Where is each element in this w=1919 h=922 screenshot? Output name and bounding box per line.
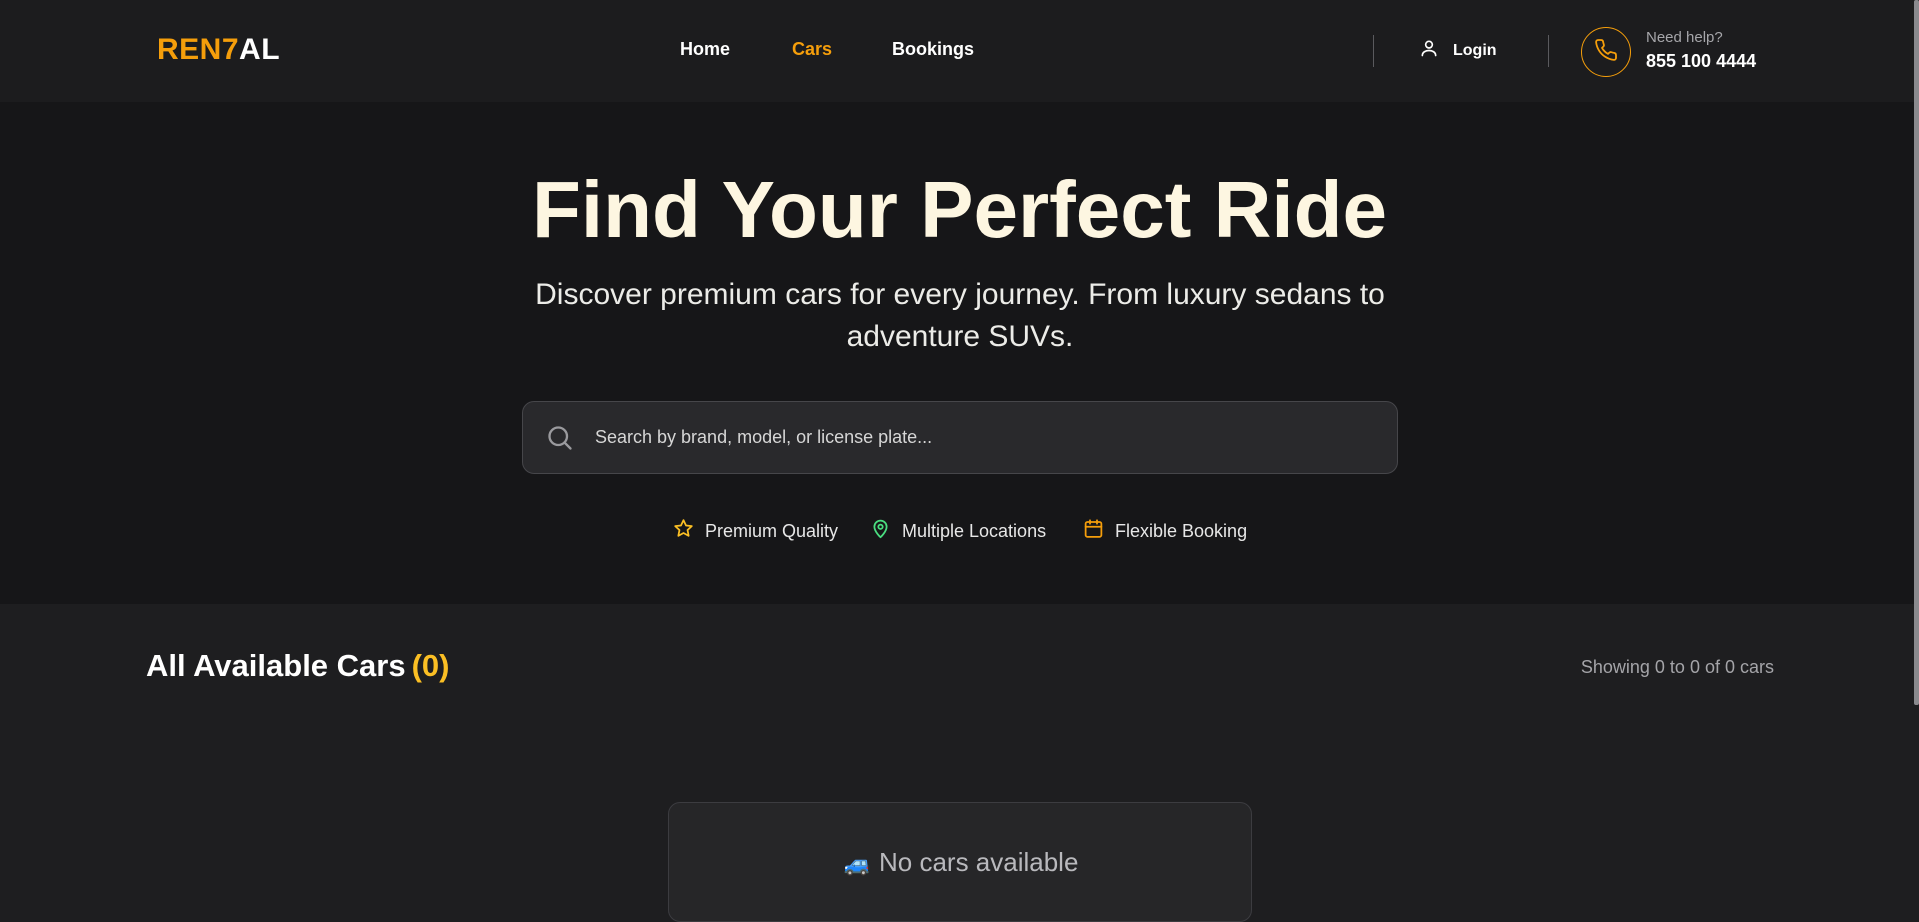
- logo-rest: AL: [239, 33, 281, 66]
- page-scrollbar[interactable]: [1914, 0, 1919, 705]
- phone-icon: [1594, 38, 1618, 67]
- feature-label: Premium Quality: [705, 520, 839, 541]
- nav-divider: [1373, 35, 1374, 67]
- navbar: REN7AL Home Cars Bookings Login Need hel…: [0, 0, 1919, 102]
- search-bar: [522, 401, 1398, 474]
- hero-section: Find Your Perfect Ride Discover premium …: [0, 102, 1919, 604]
- login-label: Login: [1453, 41, 1497, 59]
- feature-label: Flexible Booking: [1115, 520, 1248, 541]
- empty-state-message: 🚙 No cars available: [669, 847, 1253, 878]
- help-phone-number[interactable]: 855 100 4444: [1646, 51, 1756, 72]
- calendar-icon: [1083, 518, 1104, 544]
- empty-state-text: No cars available: [878, 847, 1079, 877]
- nav-cars[interactable]: Cars: [792, 39, 832, 60]
- help-divider: [1548, 35, 1549, 67]
- help-label: Need help?: [1646, 29, 1723, 46]
- nav-bookings[interactable]: Bookings: [892, 39, 974, 60]
- search-input[interactable]: [595, 402, 1385, 473]
- pagination-summary: Showing 0 to 0 of 0 cars: [1580, 657, 1774, 677]
- logo[interactable]: REN7AL: [157, 33, 280, 67]
- feature-premium-quality: Premium Quality: [673, 518, 838, 544]
- hero-title: Find Your Perfect Ride: [532, 165, 1387, 254]
- nav-home[interactable]: Home: [680, 39, 730, 60]
- star-icon: [673, 518, 694, 544]
- phone-button[interactable]: [1581, 27, 1631, 77]
- search-icon: [546, 424, 574, 457]
- car-icon: 🚙: [843, 851, 871, 876]
- hero-subtitle: Discover premium cars for every journey.…: [535, 278, 1385, 353]
- feature-flexible-booking: Flexible Booking: [1083, 518, 1247, 544]
- map-pin-icon: [870, 518, 891, 544]
- listing-title: All Available Cars (0): [146, 648, 450, 684]
- user-icon: [1419, 38, 1439, 63]
- feature-label: Multiple Locations: [902, 520, 1047, 541]
- listing-title-text: All Available Cars: [146, 648, 406, 683]
- feature-multiple-locations: Multiple Locations: [870, 518, 1046, 544]
- login-button[interactable]: Login: [1419, 38, 1497, 63]
- logo-accent: REN7: [157, 33, 240, 66]
- listing-count: (0): [411, 648, 450, 683]
- empty-state-card: 🚙 No cars available: [668, 802, 1252, 922]
